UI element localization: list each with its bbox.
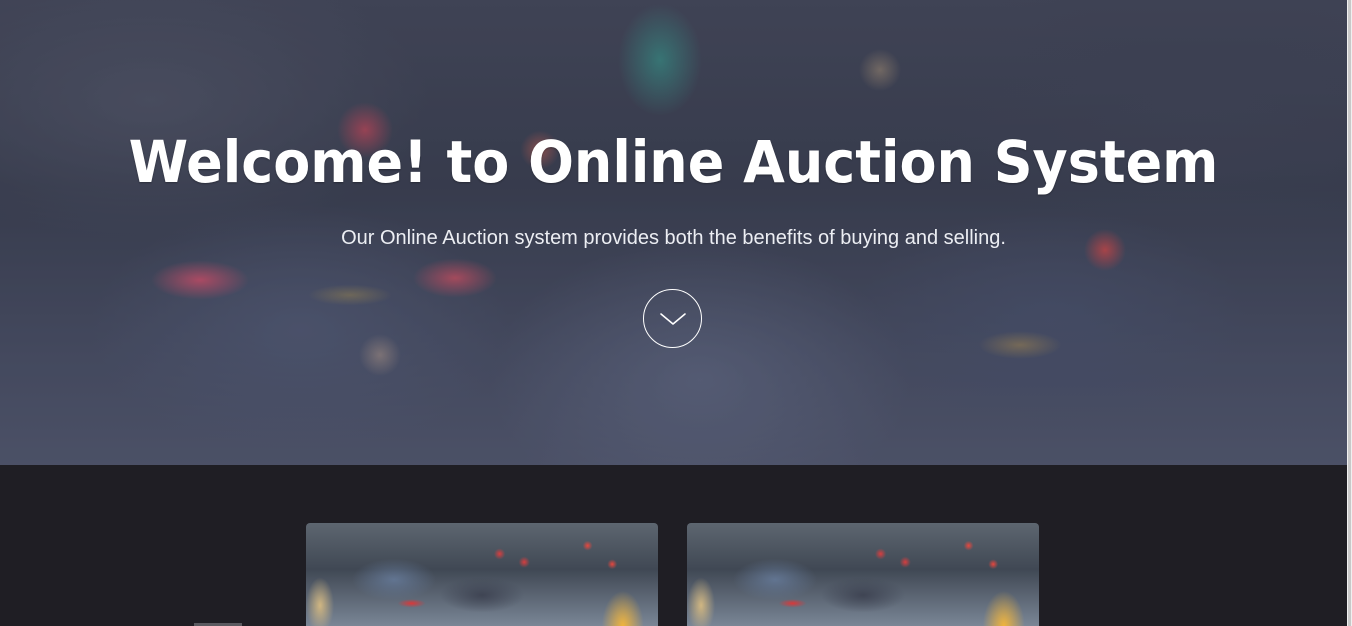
chevron-down-icon [659, 312, 686, 325]
page: Welcome! to Online Auction System Our On… [0, 0, 1352, 626]
featured-section [0, 465, 1347, 626]
scroll-down-button[interactable] [643, 289, 702, 348]
card-image-1[interactable] [306, 523, 658, 626]
card-image-2[interactable] [687, 523, 1039, 626]
hero-content: Welcome! to Online Auction System Our On… [0, 0, 1347, 465]
hero-title: Welcome! to Online Auction System [128, 128, 1219, 196]
scrollbar-thumb[interactable] [1348, 0, 1351, 626]
hero-banner: Welcome! to Online Auction System Our On… [0, 0, 1347, 465]
hero-subtitle: Our Online Auction system provides both … [341, 227, 1006, 249]
